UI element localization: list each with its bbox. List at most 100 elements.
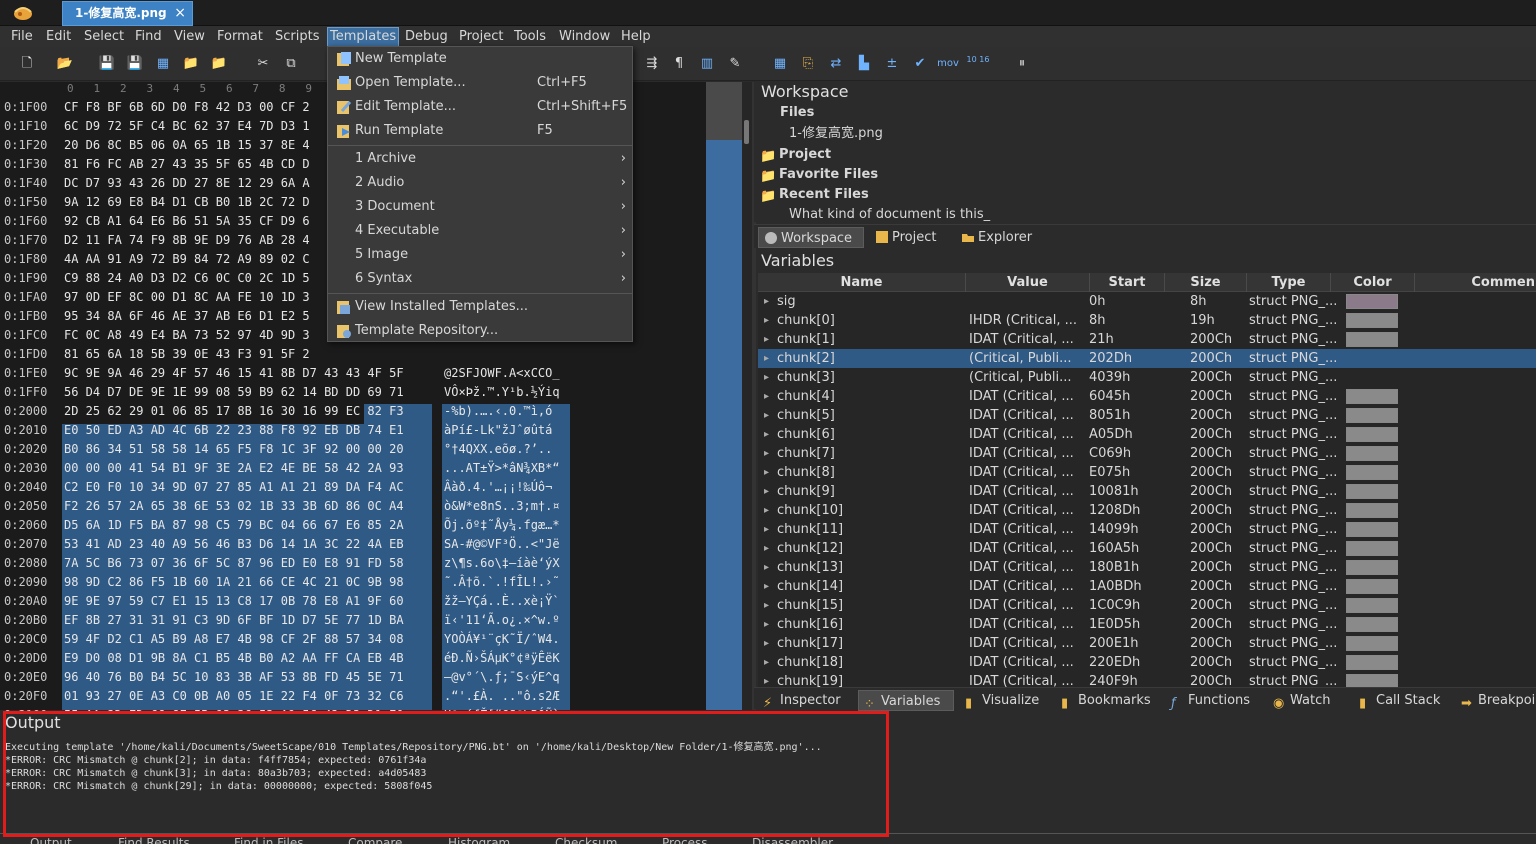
variable-row[interactable]: ▸ chunk[3] (Critical, Publi... 4039h 200Ch s… [758, 368, 1536, 387]
hex-row[interactable]: 0:2000 2D 25 62 29 01 06 85 17 8B 16 30 1… [0, 402, 706, 421]
col-color[interactable]: Color [1331, 273, 1415, 292]
hex-scrollbar[interactable] [742, 82, 752, 710]
col-size[interactable]: Size [1165, 273, 1247, 292]
hex-row[interactable]: 0:2030 00 00 00 41 54 B1 9F 3E 2A E2 4E B… [0, 459, 706, 478]
variable-row[interactable]: ▸ chunk[17] IDAT (Critical, ... 200E1h 200Ch… [758, 634, 1536, 653]
tab-visualize[interactable]: ▮ Visualize [960, 690, 1050, 711]
pause-icon[interactable]: ⏸ [1013, 55, 1031, 73]
variable-row[interactable]: ▸ sig 0h 8h struct PNG_... [758, 292, 1536, 311]
variable-row[interactable]: ▸ chunk[9] IDAT (Critical, ... 10081h 200Ch s… [758, 482, 1536, 501]
variable-row[interactable]: ▸ chunk[13] IDAT (Critical, ... 180B1h 200Ch… [758, 558, 1536, 577]
menu-item-syntax[interactable]: 6 Syntax › [328, 267, 632, 291]
tab-bookmarks[interactable]: ▮ Bookmarks [1056, 690, 1160, 711]
hex-row[interactable]: 0:20E0 96 40 76 B0 B4 5C 10 83 3B AF 53 8… [0, 668, 706, 687]
variable-row[interactable]: ▸ chunk[16] IDAT (Critical, ... 1E0D5h 200Ch… [758, 615, 1536, 634]
save-as-icon[interactable]: 💾 [126, 55, 144, 73]
expand-icon[interactable]: ▸ [764, 292, 769, 311]
variable-row[interactable]: ▸ chunk[12] IDAT (Critical, ... 160A5h 200Ch… [758, 539, 1536, 558]
variable-row[interactable]: ▸ chunk[7] IDAT (Critical, ... C069h 200Ch st… [758, 444, 1536, 463]
expand-icon[interactable]: ▸ [764, 482, 769, 501]
variable-row[interactable]: ▸ chunk[8] IDAT (Critical, ... E075h 200Ch st… [758, 463, 1536, 482]
col-type[interactable]: Type [1247, 273, 1331, 292]
menu-format[interactable]: Format [215, 28, 265, 46]
menu-tools[interactable]: Tools [512, 28, 548, 46]
menu-find[interactable]: Find [133, 28, 164, 46]
folder-icon[interactable]: 📁 [182, 55, 200, 73]
hex-row[interactable]: 0:2070 53 41 AD 23 40 A9 56 46 B3 D6 14 1… [0, 535, 706, 554]
menu-item-run-template[interactable]: Run Template F5 [328, 119, 632, 143]
menu-item-new-template[interactable]: New Template [328, 47, 632, 71]
menu-help[interactable]: Help [619, 28, 653, 46]
save-all-icon[interactable]: ▦ [154, 55, 172, 73]
hex-row[interactable]: 0:2050 F2 26 57 2A 65 38 6E 53 02 1B 33 3… [0, 497, 706, 516]
expand-icon[interactable]: ▸ [764, 615, 769, 634]
menu-scripts[interactable]: Scripts [273, 28, 321, 46]
tab-process[interactable]: Process [662, 836, 708, 844]
copy-icon[interactable]: ⧉ [282, 55, 300, 73]
variable-row[interactable]: ▸ chunk[11] IDAT (Critical, ... 14099h 200Ch… [758, 520, 1536, 539]
variable-row[interactable]: ▸ chunk[14] IDAT (Critical, ... 1A0BDh 200Ch… [758, 577, 1536, 596]
tab-variables[interactable]: ⁘ Variables [858, 690, 954, 712]
tab-workspace[interactable]: Workspace [758, 227, 864, 248]
highlighter-icon[interactable]: ✎ [726, 55, 744, 73]
expand-icon[interactable]: ▸ [764, 634, 769, 653]
close-tab-icon[interactable]: × [174, 2, 186, 25]
menu-item-open-template[interactable]: Open Template... Ctrl+F5 [328, 71, 632, 95]
variable-row[interactable]: ▸ chunk[6] IDAT (Critical, ... A05Dh 200Ch st… [758, 425, 1536, 444]
hex-row[interactable]: 0:20C0 59 4F D2 C1 A5 B9 A8 E7 4B 98 CF 2… [0, 630, 706, 649]
hex-row[interactable]: 0:2080 7A 5C B6 73 07 36 6F 5C 87 96 ED E… [0, 554, 706, 573]
variable-row[interactable]: ▸ chunk[0] IHDR (Critical, ... 8h 19h struct … [758, 311, 1536, 330]
tab-explorer[interactable]: Explorer [956, 227, 1046, 248]
tab-functions[interactable]: ƒ Functions [1166, 690, 1262, 711]
histogram-icon[interactable]: ▙ [855, 55, 873, 73]
expand-icon[interactable]: ▸ [764, 577, 769, 596]
recent-files-item[interactable]: 📁 Recent Files [760, 185, 869, 205]
menu-debug[interactable]: Debug [403, 28, 450, 46]
hex-row[interactable]: 0:20A0 9E 9E 97 59 C7 E1 15 13 C8 17 0B 7… [0, 592, 706, 611]
hex-row[interactable]: 0:20D0 E9 D0 08 D1 9B 8A C1 B5 4B B0 A2 A… [0, 649, 706, 668]
cut-icon[interactable]: ✂ [254, 55, 272, 73]
tab-project[interactable]: Project [870, 227, 950, 248]
menu-item-archive[interactable]: 1 Archive › [328, 147, 632, 171]
hex-row[interactable]: 0:20B0 EF 8B 27 31 31 91 C3 9D 6F BF 1D D… [0, 611, 706, 630]
hex-row[interactable]: 0:1FD0 81 65 6A 18 5B 39 0E 43 F3 91 5F 2 [0, 345, 706, 364]
hex-row[interactable]: 0:2090 98 9D C2 86 F5 1B 60 1A 21 66 CE 4… [0, 573, 706, 592]
menu-select[interactable]: Select [82, 28, 126, 46]
col-start[interactable]: Start [1090, 273, 1165, 292]
menu-item-view-installed[interactable]: View Installed Templates... [328, 295, 632, 319]
tab-output[interactable]: Output [30, 836, 72, 844]
menu-item-audio[interactable]: 2 Audio › [328, 171, 632, 195]
recent-file-item[interactable]: What kind of document is this_ [789, 205, 990, 225]
expand-icon[interactable]: ▸ [764, 501, 769, 520]
hex-row[interactable]: 0:2010 E0 50 ED A3 AD 4C 6B 22 23 88 F8 9… [0, 421, 706, 440]
menu-project[interactable]: Project [457, 28, 505, 46]
expand-icon[interactable]: ▸ [764, 368, 769, 387]
hex-row[interactable]: 0:2040 C2 E0 F0 10 34 9D 07 27 85 A1 A1 2… [0, 478, 706, 497]
menu-item-document[interactable]: 3 Document › [328, 195, 632, 219]
calculator-icon[interactable]: ▦ [771, 55, 789, 73]
menu-window[interactable]: Window [557, 28, 612, 46]
menu-templates[interactable]: Templates [327, 27, 400, 47]
tab-find-results[interactable]: Find Results [118, 836, 190, 844]
expand-icon[interactable]: ▸ [764, 349, 769, 368]
tab-histogram[interactable]: Histogram [448, 836, 510, 844]
tab-disassembler[interactable]: Disassembler [752, 836, 833, 844]
expand-icon[interactable]: ▸ [764, 330, 769, 349]
hex-row[interactable]: 0:1FF0 56 D4 D7 DE 9E 1E 99 08 59 B9 62 1… [0, 383, 706, 402]
base-convert-icon[interactable]: 10 16 [966, 55, 990, 73]
open-file-icon[interactable]: 📂 [56, 55, 74, 73]
variable-row[interactable]: ▸ chunk[4] IDAT (Critical, ... 6045h 200Ch st… [758, 387, 1536, 406]
scrollbar-thumb[interactable] [744, 120, 749, 144]
open-folder-icon[interactable]: 📁 [210, 55, 228, 73]
tab-call-stack[interactable]: ▮ Call Stack [1354, 690, 1452, 711]
tab-watch[interactable]: ◉ Watch [1268, 690, 1348, 711]
files-header[interactable]: Files [780, 103, 814, 123]
menu-item-executable[interactable]: 4 Executable › [328, 219, 632, 243]
expand-icon[interactable]: ▸ [764, 425, 769, 444]
expand-icon[interactable]: ▸ [764, 596, 769, 615]
new-file-icon[interactable]: 🗋 [18, 55, 36, 73]
paste-special-icon[interactable]: ⎘ [799, 55, 817, 73]
variable-row[interactable]: ▸ chunk[1] IDAT (Critical, ... 21h 200Ch stru… [758, 330, 1536, 349]
tab-inspector[interactable]: ⚡ Inspector [758, 690, 854, 711]
save-icon[interactable]: 💾 [98, 55, 116, 73]
